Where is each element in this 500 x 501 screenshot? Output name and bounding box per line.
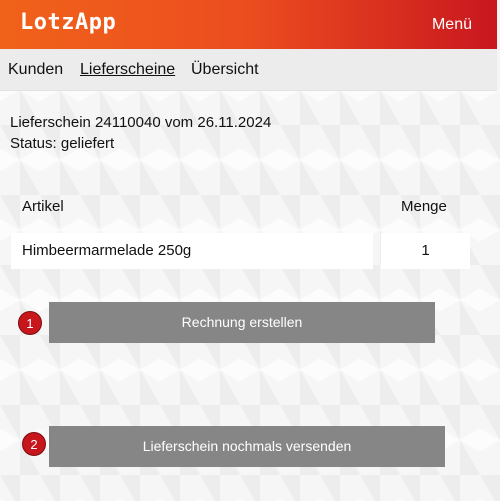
create-invoice-button[interactable]: Rechnung erstellen (49, 302, 435, 343)
delivery-info: Lieferschein 24110040 vom 26.11.2024 Sta… (10, 112, 271, 154)
nav-item-kunden[interactable]: Kunden (8, 61, 63, 79)
table-row-quantity-cell: 1 (381, 233, 470, 269)
column-header-article: Artikel (22, 198, 64, 215)
step-badge-1: 1 (18, 311, 42, 335)
nav-item-uebersicht[interactable]: Übersicht (191, 61, 259, 79)
article-quantity: 1 (421, 242, 430, 259)
delivery-status: Status: geliefert (10, 135, 115, 152)
article-name: Himbeermarmelade 250g (22, 242, 192, 259)
app-logo[interactable]: LotzApp (20, 10, 116, 35)
column-header-quantity: Menge (401, 198, 447, 215)
app-header: LotzApp Menü (0, 0, 497, 49)
nav-item-lieferscheine[interactable]: Lieferscheine (80, 61, 175, 79)
delivery-title: Lieferschein 24110040 vom 26.11.2024 (10, 114, 272, 131)
step-badge-2: 2 (22, 432, 46, 456)
table-row-article-cell: Himbeermarmelade 250g (11, 233, 373, 269)
menu-button[interactable]: Menü (432, 16, 472, 34)
resend-delivery-note-button[interactable]: Lieferschein nochmals versenden (49, 426, 445, 467)
nav-bar: Kunden Lieferscheine Übersicht (0, 49, 497, 91)
